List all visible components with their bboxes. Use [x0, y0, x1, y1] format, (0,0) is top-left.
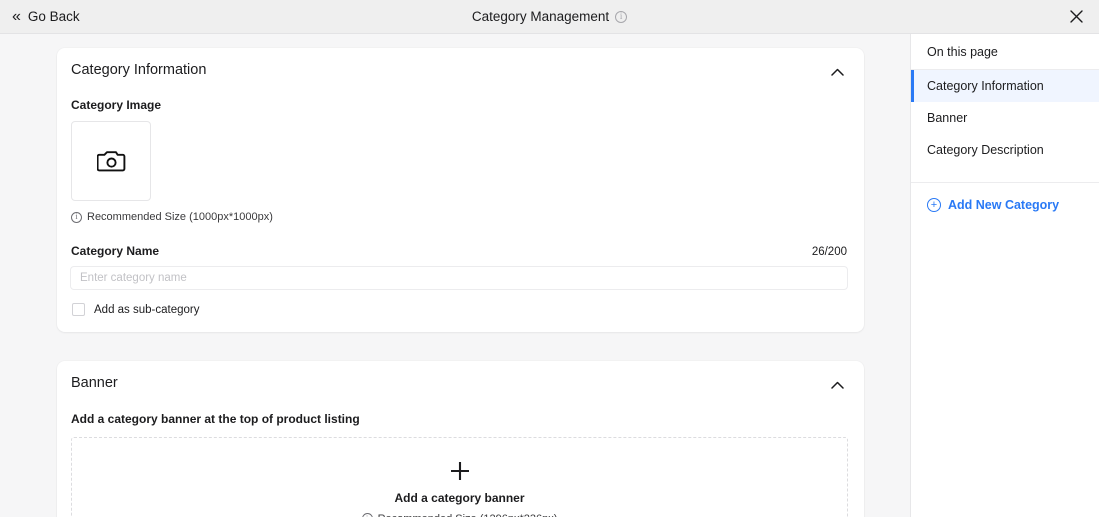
banner-dropzone-hint: i Recommended Size (1296px*236px): [361, 513, 558, 517]
info-icon: i: [361, 513, 373, 517]
category-management-window: « Go Back Category Management i Category…: [0, 0, 1099, 517]
card-header: Banner: [70, 375, 848, 395]
main-content: Category Information Category Image i Re…: [0, 34, 910, 517]
add-new-category-label: Add New Category: [948, 198, 1060, 212]
chevron-up-icon: [830, 68, 844, 76]
banner-dropzone[interactable]: Add a category banner i Recommended Size…: [71, 437, 848, 517]
category-image-hint-text: Recommended Size (1000px*1000px): [87, 211, 273, 223]
category-image-hint: i Recommended Size (1000px*1000px): [70, 211, 848, 223]
add-as-subcategory-label: Add as sub-category: [94, 303, 200, 316]
top-bar: « Go Back Category Management i: [0, 0, 1099, 34]
chevron-up-icon: [830, 381, 844, 389]
rail-item-banner[interactable]: Banner: [911, 102, 1099, 134]
body: Category Information Category Image i Re…: [0, 34, 1099, 517]
card-banner: Banner Add a category banner at the top …: [57, 361, 864, 517]
page-title-text: Category Management: [471, 9, 610, 24]
add-new-category-button[interactable]: + Add New Category: [911, 183, 1099, 212]
on-this-page-rail: On this page Category Information Banner…: [910, 34, 1099, 517]
banner-dropzone-hint-text: Recommended Size (1296px*236px): [378, 513, 558, 517]
rail-item-list: Category Information Banner Category Des…: [911, 70, 1099, 166]
chevron-double-left-icon: «: [12, 7, 21, 25]
add-as-subcategory-checkbox[interactable]: [72, 303, 85, 316]
rail-item-category-information[interactable]: Category Information: [911, 70, 1099, 102]
close-button[interactable]: [1063, 4, 1089, 30]
card-title-banner: Banner: [71, 375, 118, 391]
go-back-button[interactable]: « Go Back: [0, 7, 80, 25]
info-icon: i: [71, 211, 82, 223]
add-as-subcategory-row[interactable]: Add as sub-category: [70, 303, 848, 316]
page-title: Category Management i: [0, 9, 1099, 24]
card-header: Category Information: [70, 62, 848, 82]
category-image-label: Category Image: [71, 98, 162, 112]
banner-subtitle: Add a category banner at the top of prod…: [71, 412, 360, 426]
close-icon: [1069, 10, 1083, 23]
category-name-label: Category Name: [71, 244, 160, 258]
plus-icon: [450, 461, 469, 480]
rail-heading: On this page: [911, 34, 1099, 70]
category-name-input[interactable]: [70, 266, 848, 290]
collapse-banner-button[interactable]: [826, 375, 848, 395]
camera-icon: [96, 151, 125, 172]
card-category-information: Category Information Category Image i Re…: [57, 48, 864, 332]
category-name-header: Category Name 26/200: [70, 244, 848, 258]
info-icon: i: [615, 10, 628, 23]
card-title-category-information: Category Information: [71, 62, 207, 78]
rail-item-category-description[interactable]: Category Description: [911, 134, 1099, 166]
category-name-counter: 26/200: [811, 246, 847, 258]
go-back-label: Go Back: [27, 9, 80, 24]
plus-circle-icon: +: [927, 198, 941, 212]
banner-dropzone-title: Add a category banner: [394, 490, 525, 505]
collapse-category-information-button[interactable]: [826, 62, 848, 82]
category-image-upload[interactable]: [71, 121, 151, 201]
